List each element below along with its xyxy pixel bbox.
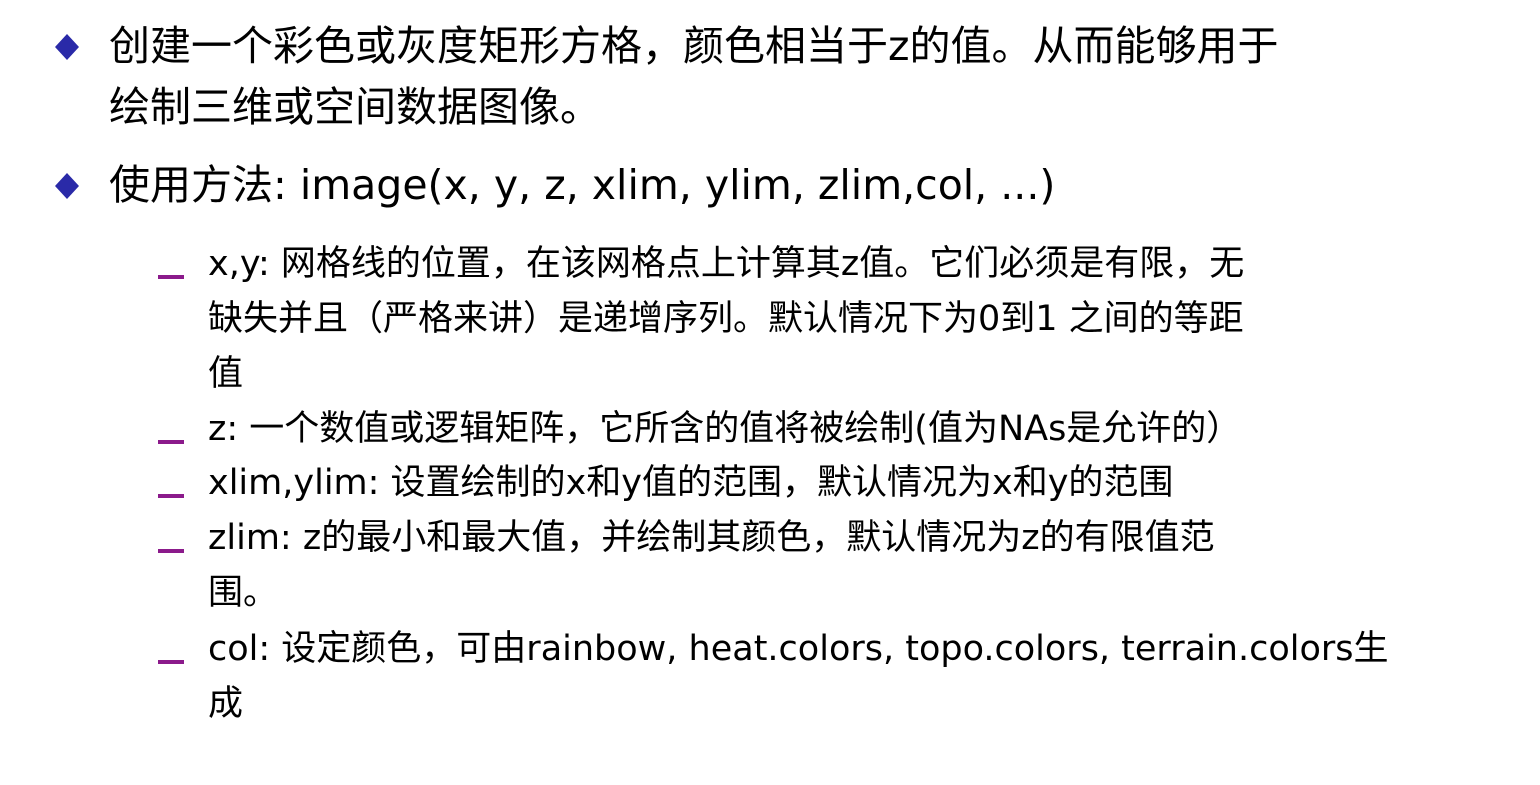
dash-icon — [158, 538, 184, 553]
bullet-2-line-1: 使用方法: image(x, y, z, xlim, ylim, zlim,co… — [109, 161, 1056, 209]
bullet-2-text: 使用方法: image(x, y, z, xlim, ylim, zlim,co… — [109, 155, 1055, 216]
sub-bullet-4-line-2: 围。 — [208, 573, 279, 613]
bullet-1-text: 创建一个彩色或灰度矩形方格，颜色相当于z的值。从而能够用于 绘制三维或空间数据图… — [109, 16, 1279, 138]
sub-bullet-1-line-1: x,y: 网格线的位置，在该网格点上计算其z值。它们必须是有限，无 — [208, 244, 1245, 284]
bullet-1-line-2: 绘制三维或空间数据图像。 — [109, 83, 601, 131]
dash-icon — [158, 429, 184, 444]
sub-bullet-2: z: 一个数值或逻辑矩阵，它所含的值将被绘制(值为NAs是允许的） — [158, 402, 1540, 457]
sub-bullet-3: xlim,ylim: 设置绘制的x和y值的范围，默认情况为x和y的范围 — [158, 456, 1540, 511]
sub-bullet-1: x,y: 网格线的位置，在该网格点上计算其z值。它们必须是有限，无 缺失并且（严… — [158, 237, 1540, 402]
dash-icon — [158, 483, 184, 498]
bullet-1: 创建一个彩色或灰度矩形方格，颜色相当于z的值。从而能够用于 绘制三维或空间数据图… — [55, 16, 1540, 138]
diamond-icon — [55, 34, 79, 60]
dash-icon — [158, 264, 184, 279]
dash-icon — [158, 649, 184, 664]
sub-bullet-5: col: 设定颜色，可由rainbow, heat.colors, topo.c… — [158, 622, 1540, 732]
sub-bullet-3-text: xlim,ylim: 设置绘制的x和y值的范围，默认情况为x和y的范围 — [208, 456, 1173, 511]
sub-bullet-1-text: x,y: 网格线的位置，在该网格点上计算其z值。它们必须是有限，无 缺失并且（严… — [208, 237, 1244, 402]
bullet-2: 使用方法: image(x, y, z, xlim, ylim, zlim,co… — [55, 155, 1540, 216]
sub-bullet-2-text: z: 一个数值或逻辑矩阵，它所含的值将被绘制(值为NAs是允许的） — [208, 402, 1241, 457]
bullet-1-line-1: 创建一个彩色或灰度矩形方格，颜色相当于z的值。从而能够用于 — [109, 22, 1279, 70]
slide: 创建一个彩色或灰度矩形方格，颜色相当于z的值。从而能够用于 绘制三维或空间数据图… — [0, 0, 1540, 785]
sub-bullet-5-line-2: 成 — [208, 684, 244, 724]
sub-bullet-4-text: zlim: z的最小和最大值，并绘制其颜色，默认情况为z的有限值范 围。 — [208, 511, 1215, 621]
sub-bullet-2-line-1: z: 一个数值或逻辑矩阵，它所含的值将被绘制(值为NAs是允许的） — [208, 409, 1242, 449]
sub-bullet-4-line-1: zlim: z的最小和最大值，并绘制其颜色，默认情况为z的有限值范 — [208, 518, 1215, 558]
sub-bullet-5-line-1: col: 设定颜色，可由rainbow, heat.colors, topo.c… — [208, 629, 1389, 669]
sub-bullet-4: zlim: z的最小和最大值，并绘制其颜色，默认情况为z的有限值范 围。 — [158, 511, 1540, 621]
diamond-icon — [55, 173, 79, 199]
sub-bullet-1-line-3: 值 — [208, 354, 244, 394]
sub-bullet-5-text: col: 设定颜色，可由rainbow, heat.colors, topo.c… — [208, 622, 1389, 732]
sub-bullet-3-line-1: xlim,ylim: 设置绘制的x和y值的范围，默认情况为x和y的范围 — [208, 463, 1174, 503]
sub-bullet-1-line-2: 缺失并且（严格来讲）是递增序列。默认情况下为0到1 之间的等距 — [208, 299, 1244, 339]
